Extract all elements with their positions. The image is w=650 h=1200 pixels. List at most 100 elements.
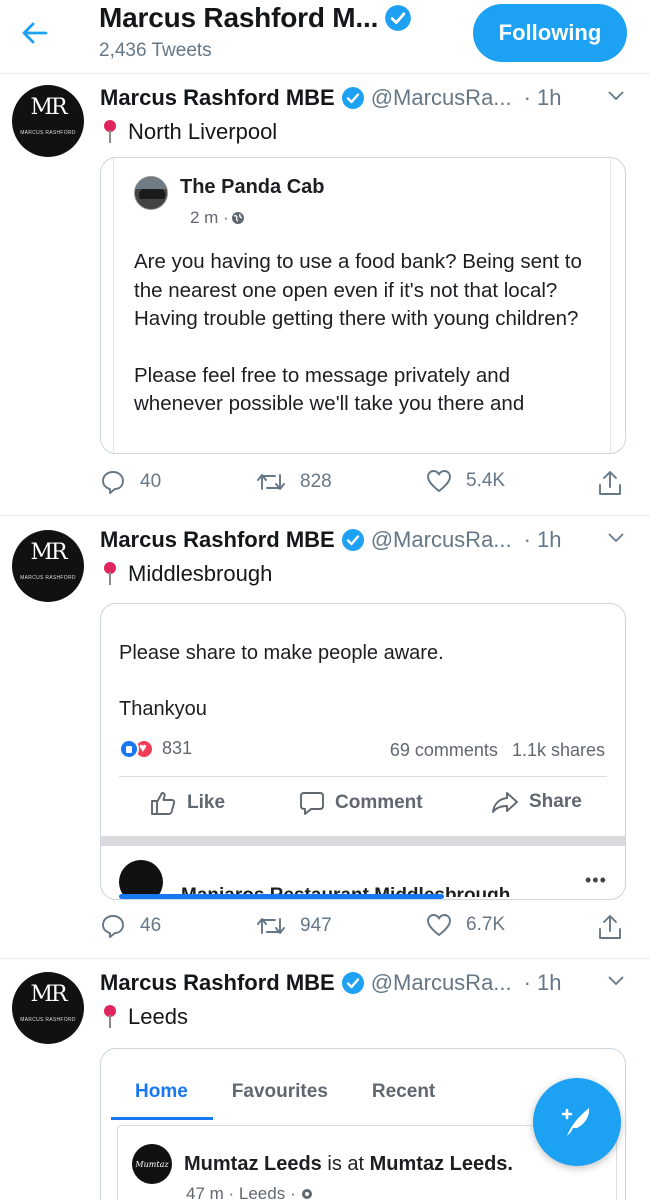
fb-post-meta: 47 m · Leeds · — [186, 1184, 314, 1200]
retweet-count: 947 — [300, 915, 332, 936]
avatar[interactable]: MR MARCUS RASHFORD — [12, 972, 84, 1044]
tweet-count: 2,436 Tweets — [99, 40, 212, 61]
verified-badge-icon — [341, 529, 364, 551]
divider — [119, 776, 607, 777]
verified-badge-icon — [385, 5, 412, 31]
heart-icon — [427, 470, 451, 492]
separator-dot: · — [523, 85, 531, 110]
compose-tweet-button[interactable] — [533, 1078, 621, 1166]
avatar-subtext: MARCUS RASHFORD — [20, 1017, 76, 1023]
compose-feather-icon — [561, 1108, 590, 1136]
fb-action-bar: Like Comment Share — [101, 790, 625, 824]
fb-avatar — [134, 176, 168, 210]
fb-share-count: 1.1k shares — [511, 740, 605, 760]
back-arrow-icon[interactable] — [18, 16, 52, 50]
tweet-header: Marcus Rashford MBE @MarcusRa... · 1h — [100, 970, 561, 996]
avatar-monogram: MR — [30, 95, 67, 120]
reply-button[interactable]: 46 — [100, 913, 161, 939]
retweet-icon — [257, 474, 285, 490]
fb-post-headline: Mumtaz Leeds is at Mumtaz Leeds. — [184, 1153, 513, 1176]
fb-reaction-count: 831 — [162, 738, 193, 758]
facebook-post: The Panda Cab 2 m · Are you having to us… — [113, 158, 611, 453]
chevron-down-icon[interactable] — [608, 533, 624, 543]
verified-badge-icon — [341, 87, 364, 109]
share-icon[interactable] — [596, 469, 624, 497]
fb-post-header: The Panda Cab — [134, 176, 324, 210]
like-count: 6.7K — [466, 914, 506, 935]
following-button[interactable]: Following — [473, 4, 627, 62]
fb-comment-button: Comment — [299, 790, 423, 816]
fb-like-button: Like — [149, 790, 225, 816]
fb-share-button: Share — [491, 790, 582, 814]
fb-tab-home: Home — [135, 1081, 188, 1102]
fb-comment-count: 69 comments — [389, 740, 498, 760]
avatar-monogram: MR — [30, 982, 67, 1007]
tweet-time[interactable]: 1h — [537, 970, 561, 996]
avatar[interactable]: MR MARCUS RASHFORD — [12, 85, 84, 157]
author-handle[interactable]: @MarcusRa... — [371, 527, 512, 553]
tweet-time[interactable]: 1h — [537, 527, 561, 553]
retweet-count: 828 — [300, 471, 332, 492]
verified-badge-icon — [341, 972, 364, 994]
share-arrow-icon — [492, 792, 518, 813]
fb-paragraph: Please feel free to message privately an… — [134, 363, 525, 416]
fb-engagement-counts: 69 comments 1.1k shares — [390, 740, 605, 761]
fb-post-meta: 2 m · — [190, 208, 245, 228]
like-button[interactable]: 5.4K — [426, 469, 505, 493]
more-options-icon: ••• — [585, 870, 607, 890]
fb-time: 2 m · — [190, 208, 229, 227]
fb-place-name: Mumtaz Leeds. — [369, 1152, 513, 1175]
tweet-text: Leeds — [104, 1004, 188, 1030]
chevron-down-icon[interactable] — [608, 976, 624, 986]
fb-is-at: is at — [327, 1152, 365, 1175]
heart-icon — [427, 914, 451, 936]
chevron-down-icon[interactable] — [608, 91, 624, 101]
tweet-time[interactable]: 1h — [537, 85, 561, 111]
fb-share-label: Share — [529, 791, 582, 812]
author-name[interactable]: Marcus Rashford MBE — [100, 970, 335, 996]
tweet-text: Middlesbrough — [104, 561, 272, 587]
fb-author: The Panda Cab — [180, 176, 325, 198]
avatar-subtext: MARCUS RASHFORD — [20, 130, 76, 136]
author-handle[interactable]: @MarcusRa... — [371, 970, 512, 996]
fb-like-label: Like — [187, 792, 226, 813]
fb-time: 47 m · Leeds · — [186, 1184, 296, 1200]
author-name[interactable]: Marcus Rashford MBE — [100, 527, 335, 553]
share-icon[interactable] — [596, 913, 624, 941]
tweet[interactable]: MR MARCUS RASHFORD Marcus Rashford MBE @… — [0, 75, 650, 516]
retweet-button[interactable]: 947 — [256, 913, 332, 939]
avatar[interactable]: MR MARCUS RASHFORD — [12, 530, 84, 602]
tweet[interactable]: MR MARCUS RASHFORD Marcus Rashford MBE @… — [0, 960, 650, 1200]
like-count: 5.4K — [466, 470, 506, 491]
fb-paragraph: Are you having to use a food bank? Being… — [134, 250, 582, 330]
round-pushpin-icon — [104, 1005, 116, 1029]
fb-reactions: 831 — [119, 738, 192, 759]
author-name[interactable]: Marcus Rashford MBE — [100, 85, 335, 111]
author-handle[interactable]: @MarcusRa... — [371, 85, 512, 111]
tweet-actions: 40 828 5.4K — [100, 469, 630, 499]
reply-count: 40 — [140, 471, 162, 492]
fb-tab-bar: Home Favourites Recent — [115, 1081, 479, 1103]
separator-dot: · — [523, 970, 531, 995]
separator-dot: · — [523, 527, 531, 552]
location-text: Middlesbrough — [128, 561, 273, 586]
tweet[interactable]: MR MARCUS RASHFORD Marcus Rashford MBE @… — [0, 517, 650, 959]
globe-icon — [231, 212, 244, 224]
profile-header: Marcus Rashford M... 2,436 Tweets Follow… — [0, 0, 650, 74]
location-text: Leeds — [128, 1004, 188, 1029]
fb-post-text: Thankyou — [119, 698, 207, 720]
round-pushpin-icon — [104, 562, 116, 586]
gear-icon — [301, 1189, 312, 1199]
fb-comment-label: Comment — [335, 792, 423, 813]
retweet-button[interactable]: 828 — [256, 469, 332, 495]
fb-page-name: Mumtaz Leeds — [184, 1152, 322, 1175]
screenshot-card[interactable]: The Panda Cab 2 m · Are you having to us… — [100, 157, 626, 454]
like-button[interactable]: 6.7K — [426, 913, 505, 937]
reply-button[interactable]: 40 — [100, 469, 161, 495]
location-text: North Liverpool — [128, 119, 278, 144]
fb-post-header: Mumtaz Mumtaz Leeds is at Mumtaz Leeds. — [132, 1144, 513, 1184]
profile-title-row: Marcus Rashford M... — [99, 2, 412, 34]
screenshot-card[interactable]: Please share to make people aware. Thank… — [100, 603, 626, 900]
active-tab-indicator — [111, 1117, 213, 1120]
fb-like-reaction-icon — [119, 738, 139, 759]
